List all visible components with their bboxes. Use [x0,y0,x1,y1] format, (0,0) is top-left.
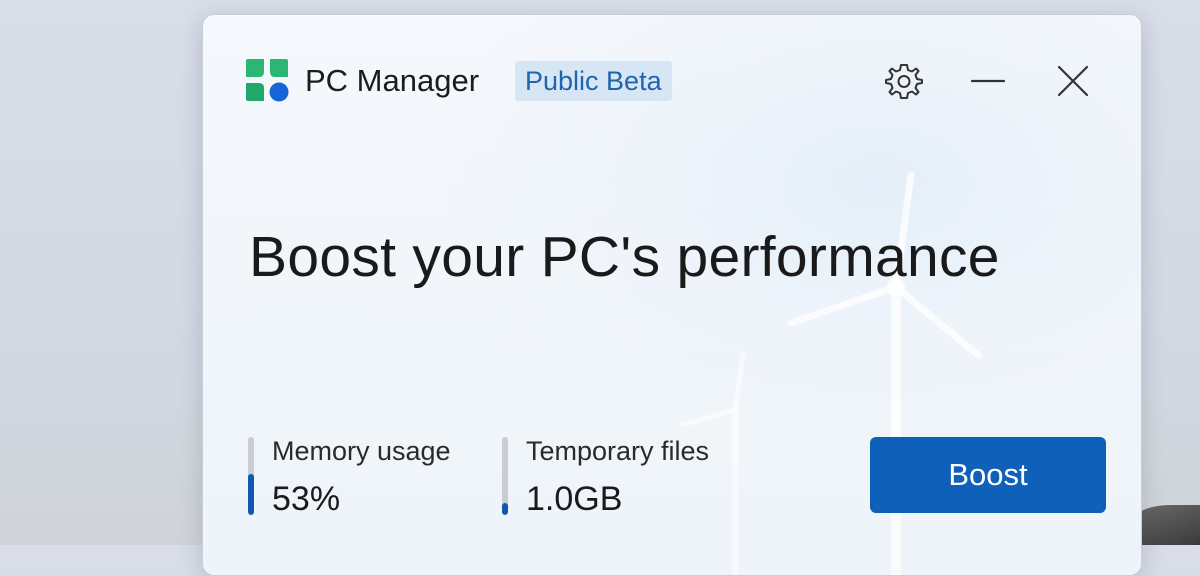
memory-usage-value: 53% [272,480,341,518]
memory-usage-meter [248,437,254,515]
gear-icon [885,64,923,99]
minimize-button[interactable] [963,59,1013,103]
close-icon [1057,65,1089,97]
temporary-files-meter [502,437,508,515]
app-window: PC Manager Public Beta Boost your PC's p… [202,14,1142,576]
app-title: PC Manager [305,63,480,98]
pc-manager-logo-icon [246,59,289,102]
temporary-files-meter-fill [502,503,508,515]
boost-button[interactable]: Boost [870,437,1106,513]
title-bar: PC Manager Public Beta [203,15,1141,145]
temporary-files-stat: Temporary files 1.0GB [502,435,762,525]
temporary-files-value: 1.0GB [526,480,623,518]
public-beta-badge: Public Beta [515,61,672,101]
memory-usage-meter-fill [248,473,254,515]
settings-button[interactable] [879,59,929,103]
close-button[interactable] [1048,59,1098,103]
memory-usage-label: Memory usage [272,436,451,466]
memory-usage-stat: Memory usage 53% [248,435,488,525]
temporary-files-label: Temporary files [526,436,710,466]
page-headline: Boost your PC's performance [249,225,1000,289]
minimize-icon [970,79,1006,83]
